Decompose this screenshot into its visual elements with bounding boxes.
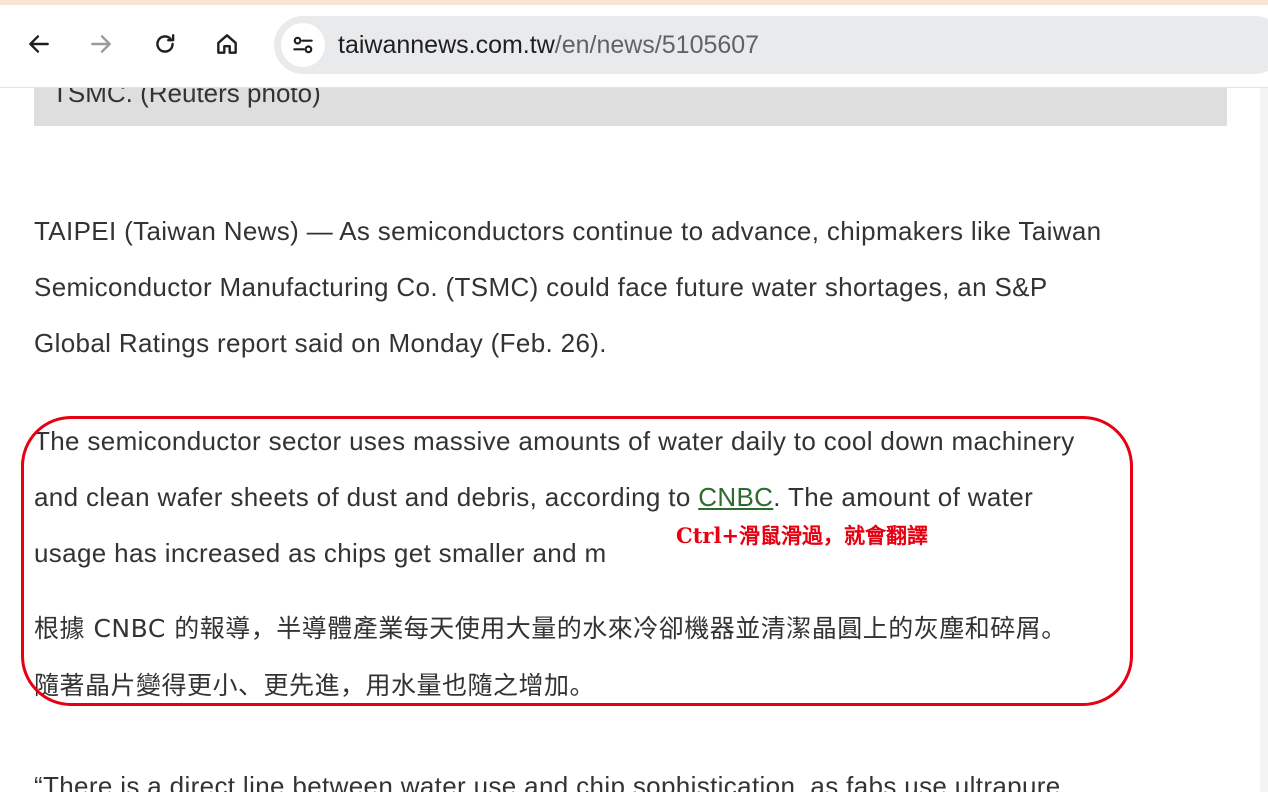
address-bar[interactable]: taiwannews.com.tw/en/news/5105607: [274, 16, 1268, 74]
browser-toolbar: taiwannews.com.tw/en/news/5105607: [0, 5, 1268, 88]
reload-icon: [156, 34, 175, 53]
article-content: TSMC. (Reuters photo) TAIPEI (Taiwan New…: [0, 88, 1268, 792]
home-icon: [217, 34, 237, 54]
image-caption: TSMC. (Reuters photo): [52, 88, 321, 108]
image-caption-box: TSMC. (Reuters photo): [34, 88, 1227, 126]
url-domain: taiwannews.com.tw: [338, 31, 555, 59]
site-info-button[interactable]: [281, 23, 325, 67]
arrow-left-icon: [29, 35, 49, 53]
paragraph-1-line: Global Ratings report said on Monday (Fe…: [34, 328, 607, 358]
reload-button[interactable]: [148, 27, 182, 61]
paragraph-3: “There is a direct line between water us…: [34, 758, 1234, 792]
paragraph-1-line: Semiconductor Manufacturing Co. (TSMC) c…: [34, 272, 1048, 302]
paragraph-3-line: “There is a direct line between water us…: [34, 771, 1061, 792]
annotation-ellipse: [21, 416, 1133, 706]
paragraph-1-line: TAIPEI (Taiwan News) — As semiconductors…: [34, 216, 1102, 246]
url-path: /en/news/5105607: [554, 31, 760, 59]
home-button[interactable]: [210, 27, 244, 61]
annotation-label: Ctrl+滑鼠滑過，就會翻譯: [676, 523, 929, 548]
forward-button[interactable]: [84, 27, 118, 61]
back-button[interactable]: [22, 27, 56, 61]
tune-icon: [293, 36, 313, 54]
paragraph-1: TAIPEI (Taiwan News) — As semiconductors…: [34, 203, 1234, 371]
url-text[interactable]: taiwannews.com.tw/en/news/5105607: [338, 31, 759, 59]
page-scrollbar[interactable]: [1260, 88, 1268, 792]
arrow-right-icon: [91, 35, 111, 53]
